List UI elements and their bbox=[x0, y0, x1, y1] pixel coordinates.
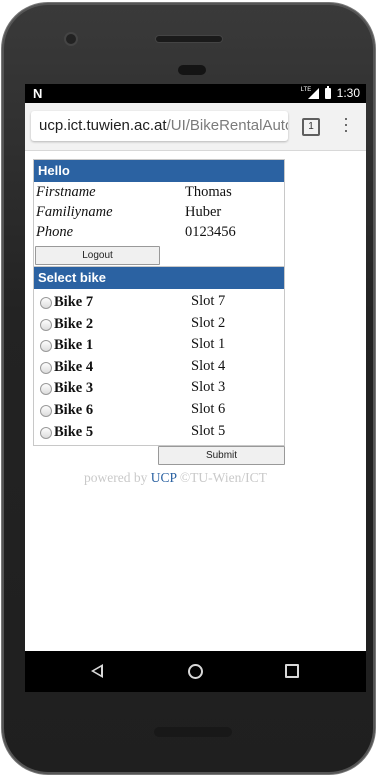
front-camera bbox=[66, 34, 76, 44]
firstname-label: Firstname bbox=[36, 184, 96, 200]
powered-prefix: powered by bbox=[84, 470, 151, 485]
screen: N LTE 1:30 ucp.ict.tuwien.ac.at/UI/BikeR… bbox=[25, 84, 366, 692]
bike-name: Bike 3 bbox=[54, 380, 94, 397]
phone-frame: N LTE 1:30 ucp.ict.tuwien.ac.at/UI/BikeR… bbox=[2, 3, 375, 774]
bike-slot: Slot 6 bbox=[191, 401, 226, 417]
firstname-value: Thomas bbox=[185, 184, 232, 200]
phone-value: 0123456 bbox=[185, 224, 236, 240]
bike-name: Bike 5 bbox=[54, 423, 94, 440]
bike-name: Bike 4 bbox=[54, 358, 94, 375]
bike-name: Bike 1 bbox=[54, 337, 94, 354]
overflow-menu-icon[interactable]: · · · bbox=[339, 109, 353, 139]
home-icon[interactable] bbox=[188, 664, 203, 679]
bike-radio[interactable] bbox=[40, 383, 52, 396]
recents-icon[interactable] bbox=[285, 664, 299, 678]
phone-label: Phone bbox=[36, 224, 74, 240]
bike-radio[interactable] bbox=[40, 426, 52, 439]
bottom-speaker bbox=[154, 727, 232, 737]
bike-radio[interactable] bbox=[40, 340, 52, 353]
bike-slot: Slot 2 bbox=[191, 314, 226, 331]
back-icon[interactable] bbox=[91, 664, 103, 678]
familyname-value: Huber bbox=[185, 204, 222, 220]
bike-radio[interactable] bbox=[40, 361, 52, 374]
select-bike-panel: Select bike Bike 7 Slot 7 Bike 2 Slot 2 Bike… bbox=[33, 266, 285, 446]
sensor bbox=[178, 65, 206, 75]
bike-radio[interactable] bbox=[40, 297, 52, 309]
url-host: ucp.ict.tuwien.ac.at bbox=[39, 117, 167, 134]
status-bar: N LTE 1:30 bbox=[25, 84, 366, 103]
familyname-label: Familiyname bbox=[36, 204, 113, 220]
ucp-link[interactable]: UCP bbox=[151, 470, 177, 485]
signal-icon: LTE bbox=[301, 87, 319, 99]
navigation-bar bbox=[25, 651, 366, 692]
battery-icon bbox=[324, 85, 331, 99]
submit-button[interactable]: Submit bbox=[158, 446, 285, 465]
bike-slot: Slot 1 bbox=[191, 336, 226, 353]
bike-slot: Slot 4 bbox=[191, 357, 226, 374]
logout-button[interactable]: Logout bbox=[35, 246, 160, 265]
bike-slot: Slot 3 bbox=[191, 379, 226, 396]
carrier-icon: N bbox=[33, 86, 43, 101]
bike-slot: Slot 7 bbox=[191, 293, 226, 309]
bike-name: Bike 7 bbox=[54, 294, 94, 310]
url-path: /UI/BikeRentalAuto bbox=[166, 117, 288, 134]
copyright: ©TU-Wien/ICT bbox=[176, 470, 267, 485]
select-bike-header: Select bike bbox=[34, 267, 284, 289]
bike-slot: Slot 5 bbox=[191, 422, 226, 439]
bike-name: Bike 2 bbox=[54, 315, 94, 332]
tab-switcher-button[interactable]: 1 bbox=[302, 118, 320, 136]
earpiece-speaker bbox=[156, 36, 222, 42]
hello-header: Hello bbox=[34, 160, 284, 182]
hello-panel: Hello Firstname Thomas Familiyname Huber… bbox=[33, 159, 285, 268]
address-bar[interactable]: ucp.ict.tuwien.ac.at/UI/BikeRentalAuto bbox=[31, 111, 288, 141]
bike-name: Bike 6 bbox=[54, 402, 94, 418]
bike-radio[interactable] bbox=[40, 405, 52, 417]
browser-toolbar: ucp.ict.tuwien.ac.at/UI/BikeRentalAuto 1… bbox=[25, 103, 366, 151]
footer-credit: powered by UCP ©TU-Wien/ICT bbox=[84, 470, 267, 486]
clock: 1:30 bbox=[336, 86, 360, 100]
network-label: LTE bbox=[300, 86, 312, 93]
bike-radio[interactable] bbox=[40, 318, 52, 331]
